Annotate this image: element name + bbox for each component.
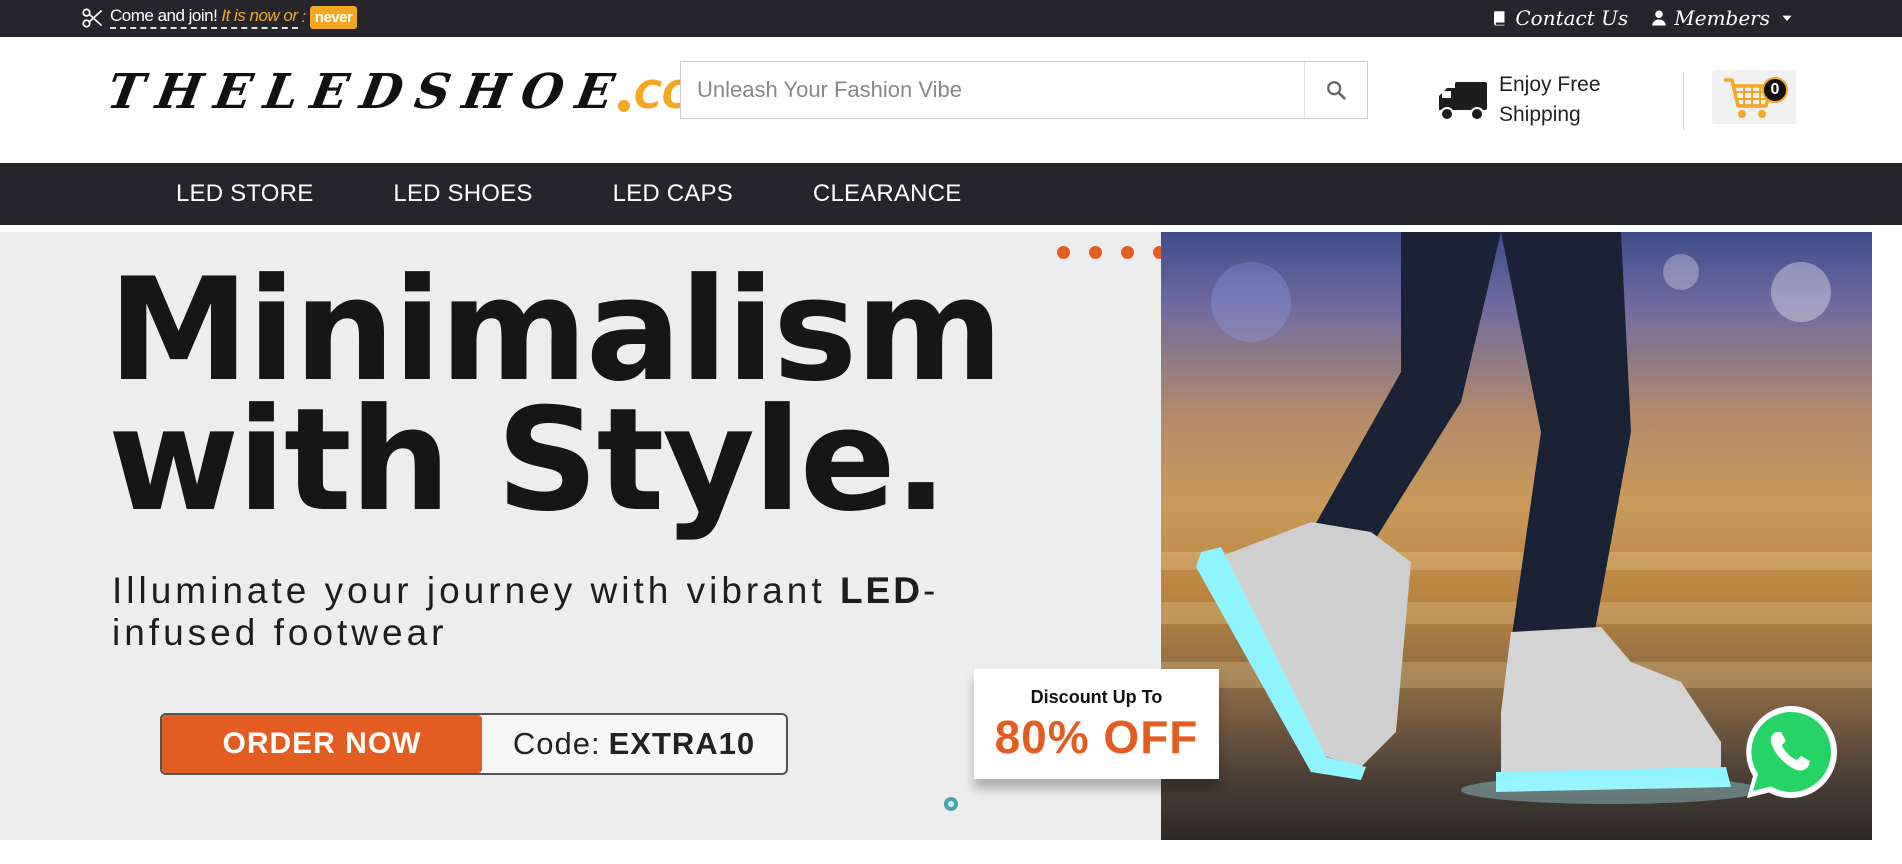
whatsapp-icon[interactable] bbox=[1741, 702, 1841, 802]
nav-item-led-store[interactable]: LED STORE bbox=[176, 180, 313, 208]
book-icon bbox=[1494, 11, 1505, 26]
search-button[interactable] bbox=[1304, 62, 1367, 118]
cart-count-badge: 0 bbox=[1762, 77, 1788, 103]
hero-headline-line-1: Minimalism bbox=[108, 248, 1003, 413]
promo-colon: : bbox=[301, 7, 307, 26]
promo-badge: never bbox=[309, 5, 358, 29]
slide-dot[interactable] bbox=[1089, 246, 1102, 259]
order-box: ORDER NOW Code: EXTRA10 bbox=[160, 713, 788, 775]
cart-button[interactable]: 0 bbox=[1712, 70, 1796, 124]
nav-item-led-caps[interactable]: LED CAPS bbox=[613, 180, 733, 208]
hero-headline: Minimalism with Style. bbox=[108, 248, 1003, 543]
hero-headline-line-2: with Style. bbox=[108, 378, 948, 543]
contact-us-link[interactable]: Contact Us bbox=[1491, 6, 1628, 30]
hero-subtitle-before: Illuminate your journey with vibrant bbox=[112, 570, 840, 611]
members-menu[interactable]: Members bbox=[1650, 6, 1794, 30]
members-label: Members bbox=[1674, 6, 1770, 30]
top-bar: Come and join! It is now or : never Cont… bbox=[0, 0, 1902, 37]
search-bar bbox=[680, 61, 1368, 119]
search-icon bbox=[1327, 81, 1346, 100]
discount-card: Discount Up To 80% OFF bbox=[974, 669, 1219, 779]
hero-banner[interactable]: Minimalism with Style. Illuminate your j… bbox=[0, 232, 1872, 840]
promo-code: Code: EXTRA10 bbox=[482, 715, 786, 773]
main-nav: LED STORE LED SHOES LED CAPS CLEARANCE bbox=[0, 163, 1902, 225]
shipping-line-1: Enjoy Free bbox=[1499, 73, 1601, 96]
hero-subtitle-bold: LED bbox=[839, 570, 923, 611]
free-shipping-info: Enjoy Free Shipping bbox=[1437, 70, 1601, 130]
site-logo[interactable]: THELEDSHOE COM bbox=[103, 42, 732, 142]
promo-code-value: EXTRA10 bbox=[608, 726, 756, 761]
top-links: Contact Us Members bbox=[1491, 4, 1794, 32]
scissors-icon bbox=[82, 8, 103, 28]
contact-us-label: Contact Us bbox=[1515, 6, 1629, 30]
slide-dot[interactable] bbox=[1057, 246, 1070, 259]
hero-subtitle: Illuminate your journey with vibrant LED… bbox=[112, 570, 1072, 654]
discount-label: Discount Up To bbox=[1030, 687, 1163, 707]
user-icon bbox=[1652, 10, 1666, 26]
slider-handle[interactable] bbox=[944, 797, 958, 811]
search-input[interactable] bbox=[681, 62, 1307, 118]
shipping-line-2: Shipping bbox=[1499, 103, 1581, 126]
discount-value: 80% OFF bbox=[994, 711, 1199, 763]
nav-item-led-shoes[interactable]: LED SHOES bbox=[393, 180, 532, 208]
truck-icon bbox=[1439, 82, 1487, 121]
promo-code-label: Code: bbox=[512, 726, 601, 761]
promo-text: Come and join! bbox=[110, 6, 218, 29]
caret-down-icon bbox=[1782, 15, 1792, 21]
slide-dot[interactable] bbox=[1121, 246, 1134, 259]
promo-banner[interactable]: Come and join! It is now or : never bbox=[80, 4, 358, 30]
header-divider bbox=[1683, 72, 1684, 130]
promo-italic-text: It is now or bbox=[221, 6, 298, 29]
logo-main-text: THELEDSHOE bbox=[103, 64, 631, 120]
nav-item-clearance[interactable]: CLEARANCE bbox=[813, 180, 962, 208]
order-now-button[interactable]: ORDER NOW bbox=[162, 715, 482, 773]
